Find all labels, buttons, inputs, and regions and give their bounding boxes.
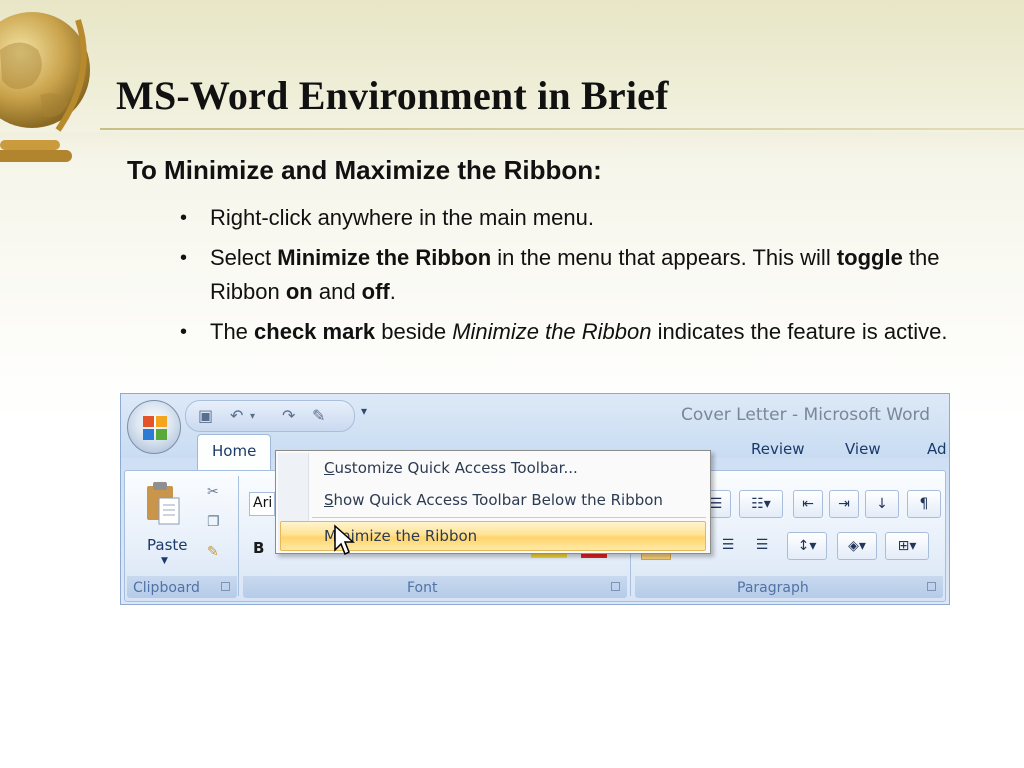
copy-icon[interactable]: ❐ (207, 514, 220, 530)
slide-title: MS-Word Environment in Brief (116, 73, 669, 118)
office-button-icon (143, 416, 167, 440)
title-underline (100, 128, 1024, 130)
justify-button[interactable]: ☰ (747, 532, 777, 560)
group-label-font: Font (407, 580, 438, 596)
bullet-list: • Right-click anywhere in the main menu.… (180, 201, 980, 355)
word-ribbon-screenshot: ▣ ↶ ▾ ↷ ✎ ▾ Cover Letter - Microsoft Wor… (120, 393, 950, 605)
line-spacing-button[interactable]: ↕▾ (787, 532, 827, 560)
align-right-button[interactable]: ☰ (713, 532, 743, 560)
text-run: beside (375, 319, 453, 344)
group-separator (238, 476, 239, 596)
save-icon[interactable]: ▣ (198, 406, 213, 425)
customize-icon[interactable]: ✎ (312, 406, 325, 425)
window-title: Cover Letter - Microsoft Word (681, 405, 930, 425)
text-run: Select (210, 245, 278, 270)
shading-button[interactable]: ◈▾ (837, 532, 877, 560)
borders-button[interactable]: ⊞▾ (885, 532, 929, 560)
menu-item-show-qat-below[interactable]: Show Quick Access Toolbar Below the Ribb… (324, 491, 663, 509)
bold-run: toggle (836, 245, 903, 270)
globe-icon (0, 12, 90, 162)
decrease-indent-button[interactable]: ⇤ (793, 490, 823, 518)
bullet-text: The check mark beside Minimize the Ribbo… (210, 319, 947, 344)
office-button[interactable] (127, 400, 181, 454)
paste-dropdown-icon[interactable]: ▼ (161, 556, 168, 566)
menu-item-label: nimize the Ribbon (341, 527, 478, 545)
font-launcher-icon[interactable] (611, 582, 620, 591)
qat-customize-arrow-icon[interactable]: ▾ (361, 404, 367, 418)
paste-icon[interactable] (143, 480, 183, 528)
bullet-dot-icon: • (180, 207, 188, 229)
font-name-field[interactable]: Ari (249, 492, 275, 516)
cut-icon[interactable]: ✂ (207, 484, 219, 500)
bullet-dot-icon: • (180, 247, 188, 269)
clipboard-launcher-icon[interactable] (221, 582, 230, 591)
bold-run: off (361, 279, 390, 304)
menu-item-label: how Quick Access Toolbar Below the Ribbo… (333, 491, 663, 509)
paste-button-label[interactable]: Paste (147, 536, 188, 554)
italic-run: Minimize the Ribbon (452, 319, 652, 344)
bold-run: Minimize the Ribbon (277, 245, 492, 270)
undo-dropdown-icon[interactable]: ▾ (250, 411, 255, 422)
text-run: The (210, 319, 255, 344)
text-run: . (389, 279, 396, 304)
bullet-item: • Right-click anywhere in the main menu. (180, 201, 980, 235)
tab-home[interactable]: Home (197, 434, 271, 470)
increase-indent-button[interactable]: ⇥ (829, 490, 859, 518)
tab-add-ins[interactable]: Ad (927, 440, 947, 458)
cursor-icon (334, 524, 355, 556)
redo-icon[interactable]: ↷ (282, 406, 295, 425)
quick-access-toolbar: ▣ ↶ ▾ ↷ ✎ (185, 400, 355, 432)
bold-button[interactable]: B (253, 539, 264, 557)
group-label-paragraph: Paragraph (737, 580, 809, 596)
access-key: S (324, 491, 334, 509)
bold-run: check mark (254, 319, 376, 344)
text-run: in the menu that appears. This will (491, 245, 837, 270)
undo-icon[interactable]: ↶ (230, 406, 243, 425)
multilevel-list-button[interactable]: ☷▾ (739, 490, 783, 518)
bullet-text: Select Minimize the Ribbon in the menu t… (210, 245, 940, 304)
bold-run: on (285, 279, 313, 304)
format-painter-icon[interactable]: ✎ (207, 544, 219, 560)
tab-view[interactable]: View (845, 440, 881, 458)
sort-button[interactable]: ↓ (865, 490, 899, 518)
bullet-dot-icon: • (180, 321, 188, 343)
menu-item-customize-qat[interactable]: Customize Quick Access Toolbar... (324, 459, 578, 477)
bullet-item: • Select Minimize the Ribbon in the menu… (180, 241, 980, 309)
text-run: and (312, 279, 362, 304)
tab-home-label: Home (212, 442, 257, 460)
slide-subtitle: To Minimize and Maximize the Ribbon: (127, 155, 602, 185)
tab-review[interactable]: Review (751, 440, 805, 458)
bullet-text: Right-click anywhere in the main menu. (210, 205, 594, 230)
text-run: indicates the feature is active. (651, 319, 948, 344)
menu-item-label: ustomize Quick Access Toolbar... (334, 459, 578, 477)
bullet-item: • The check mark beside Minimize the Rib… (180, 315, 980, 349)
show-formatting-button[interactable]: ¶ (907, 490, 941, 518)
access-key: C (324, 459, 335, 477)
group-label-clipboard: Clipboard (133, 580, 200, 596)
paragraph-launcher-icon[interactable] (927, 582, 936, 591)
menu-separator (312, 517, 706, 518)
